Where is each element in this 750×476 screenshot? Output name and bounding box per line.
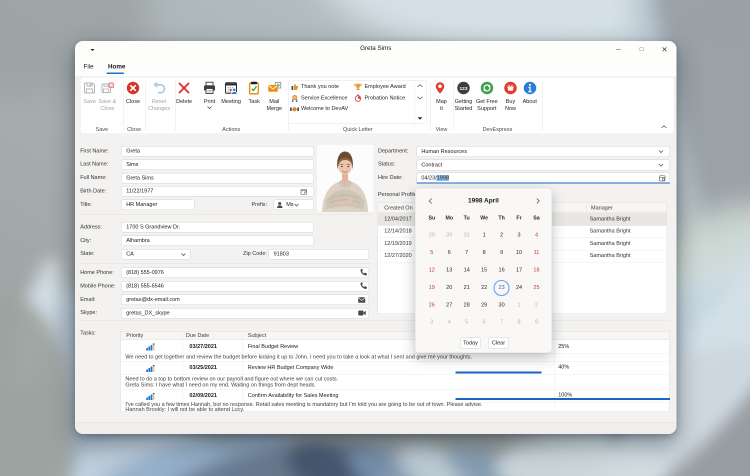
svg-text:123: 123 <box>460 86 468 92</box>
